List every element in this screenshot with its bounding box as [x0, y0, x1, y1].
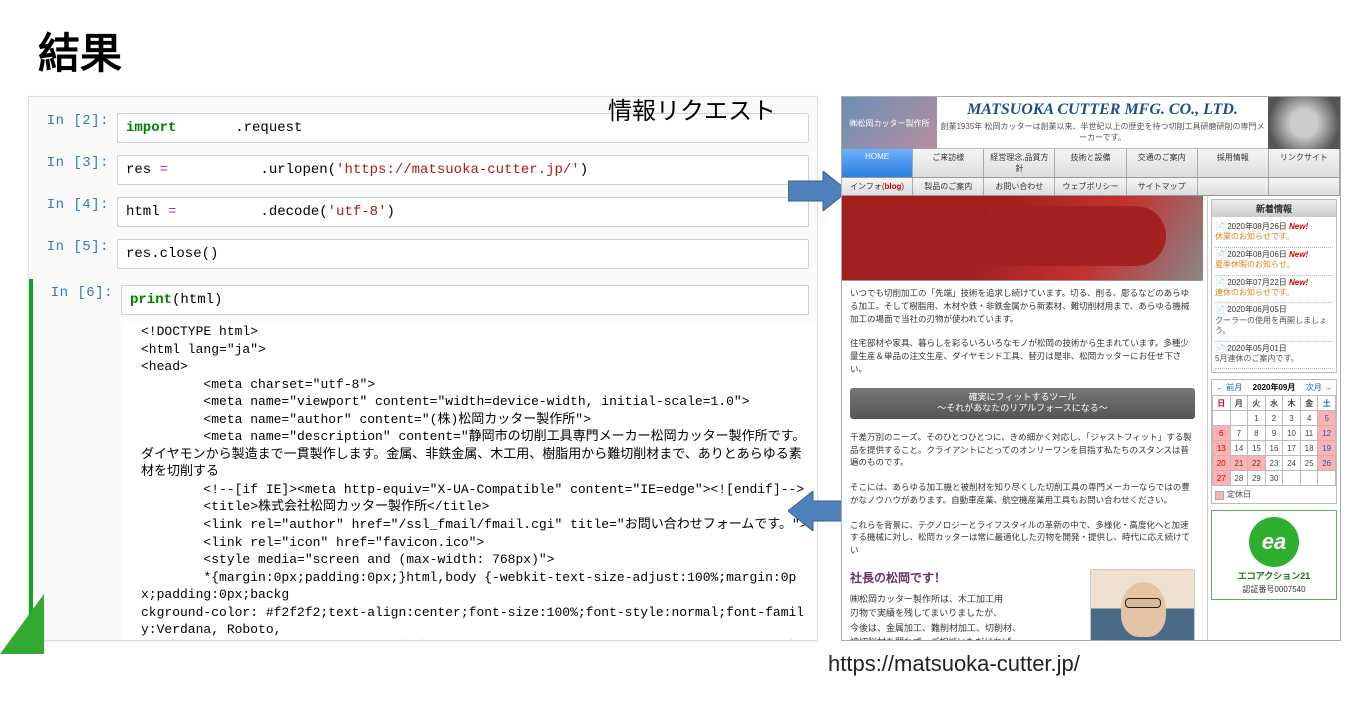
gear-image [1268, 97, 1340, 149]
cal-prev[interactable]: ← 前月 [1216, 382, 1242, 393]
nav-item[interactable]: サイトマップ [1127, 178, 1198, 195]
site-nav-secondary: インフォ(blog)製品のご案内お問い合わせウェブポリシーサイトマップ [842, 178, 1340, 196]
eco-number: 認証番号0007540 [1216, 584, 1332, 595]
decoration-triangle [0, 594, 44, 654]
president-photo [1090, 569, 1195, 641]
annotation-url: https://matsuoka-cutter.jp/ [828, 651, 1080, 677]
site-paragraph: いつでも切削加工の「先端」技術を追求し続けています。切る、削る、彫るなどのあらゆ… [842, 281, 1203, 331]
cell-5[interactable]: In [5]: res.close() [29, 233, 817, 275]
cal-next[interactable]: 次月 → [1306, 382, 1332, 393]
site-company-title: MATSUOKA CUTTER MFG. CO., LTD. [939, 101, 1266, 119]
callout-line1: 確実にフィットするツール [854, 392, 1191, 404]
site-callout: 確実にフィットするツール ～それがあなたのリアルフォースになる～ [850, 388, 1195, 419]
cell-prompt: In [6]: [33, 285, 121, 301]
nav-spacer [1269, 178, 1340, 195]
cell-3[interactable]: In [3]: res = .urlopen('https://matsuoka… [29, 149, 817, 191]
president-box: 社長の松岡です！ ㈱松岡カッター製作所は、木工加工用 刃物で実績を残してまいりま… [842, 563, 1203, 641]
cal-title: 2020年09月 [1253, 382, 1296, 393]
site-paragraph: 千差万別のニーズ。そのひとつひとつに、きめ細かく対応し、「ジャストフィット」する… [842, 425, 1203, 475]
news-item[interactable]: 📄 2020年05月01日 5月連休のご案内です。 [1215, 342, 1333, 370]
cell-prompt: In [3]: [29, 155, 117, 171]
cell-6[interactable]: In [6]: print(html) [33, 279, 817, 321]
site-paragraph: 住宅部材や家具、暮らしを彩るいろいろなモノが松岡の技術から生まれています。多種少… [842, 331, 1203, 381]
news-heading: 新着情報 [1212, 200, 1336, 217]
site-main-column: いつでも切削加工の「先端」技術を追求し続けています。切る、削る、彫るなどのあらゆ… [842, 196, 1207, 641]
news-item[interactable]: 📄 2020年08月06日 New!夏季休暇のお知らせ。 [1215, 248, 1333, 276]
calendar-box: ← 前月 2020年09月 次月 → 日月火水木金土12345678910111… [1211, 379, 1337, 504]
eco-action-box: ea エコアクション21 認証番号0007540 [1211, 510, 1337, 600]
nav-item[interactable]: リンクサイト [1269, 149, 1340, 177]
nav-item-blog[interactable]: インフォ(blog) [842, 178, 913, 195]
president-line: ㈱松岡カッター製作所は、木工加工用 [850, 592, 1084, 606]
cell-output: <!DOCTYPE html> <html lang="ja"> <head> … [121, 321, 817, 641]
president-line: 今後は、金属加工、難削材加工、切削材、 [850, 621, 1084, 635]
annotation-request-label: 情報リクエスト [608, 91, 776, 126]
nav-item[interactable]: お問い合わせ [984, 178, 1055, 195]
cell-prompt: In [4]: [29, 197, 117, 213]
site-nav-primary: HOMEご来訪様経営理念,品質方針技術と設備交通のご案内採用情報リンクサイト [842, 149, 1340, 178]
cell-prompt: In [5]: [29, 239, 117, 255]
site-subtitle: 創業1935年 松岡カッターは創業以来、半世紀以上の歴史を持つ切削工具研磨研削の… [939, 121, 1266, 143]
news-item[interactable]: 📄 2020年08月26日 New!休業のお知らせです。 [1215, 220, 1333, 248]
nav-item[interactable]: 交通のご案内 [1127, 149, 1198, 177]
arrow-right-icon [788, 171, 848, 211]
nav-item[interactable]: 製品のご案内 [913, 178, 984, 195]
news-item[interactable]: 📄 2020年06月05日 クーラーの使用を再開しましょう。 [1215, 303, 1333, 341]
president-line: 被切削材を問わず、ご相談いただければ [850, 635, 1084, 641]
site-header: ㈱松岡カッター製作所 MATSUOKA CUTTER MFG. CO., LTD… [842, 97, 1340, 149]
president-line: 刃物で実績を残してまいりましたが、 [850, 606, 1084, 620]
nav-item[interactable]: 経営理念,品質方針 [984, 149, 1055, 177]
nav-item[interactable]: 採用情報 [1198, 149, 1269, 177]
cell-input[interactable]: res.close() [117, 239, 809, 269]
website-preview: ㈱松岡カッター製作所 MATSUOKA CUTTER MFG. CO., LTD… [841, 96, 1341, 641]
news-item[interactable]: 📄 2020年07月22日 New!連休のお知らせです。 [1215, 276, 1333, 304]
jupyter-notebook-panel: In [2]: import .request In [3]: res = .u… [28, 96, 818, 641]
nav-spacer [1198, 178, 1269, 195]
hero-image [842, 196, 1203, 281]
nav-item[interactable]: 技術と設備 [1055, 149, 1126, 177]
site-paragraph: これらを背景に、テクノロジーとライフスタイルの革新の中で、多様化・高度化へと加速… [842, 513, 1203, 563]
callout-line2: ～それがあなたのリアルフォースになる～ [854, 403, 1191, 415]
page-title: 結果 [0, 0, 1357, 96]
site-sidebar: 新着情報 📄 2020年08月26日 New!休業のお知らせです。📄 2020年… [1207, 196, 1340, 641]
site-logo-image: ㈱松岡カッター製作所 [842, 97, 937, 149]
arrow-left-icon [788, 491, 848, 531]
nav-item[interactable]: HOME [842, 149, 913, 177]
news-box: 新着情報 📄 2020年08月26日 New!休業のお知らせです。📄 2020年… [1211, 199, 1337, 373]
cell-input[interactable]: html = .decode('utf-8') [117, 197, 809, 227]
site-paragraph: そこには、あらゆる加工機と被削材を知り尽くした切削工具の専門メーカーならではの豊… [842, 475, 1203, 513]
cell-prompt: In [2]: [29, 113, 117, 129]
president-heading: 社長の松岡です！ [850, 569, 1084, 588]
cell-4[interactable]: In [4]: html = .decode('utf-8') [29, 191, 817, 233]
cell-input[interactable]: res = .urlopen('https://matsuoka-cutter.… [117, 155, 809, 185]
nav-item[interactable]: ご来訪様 [913, 149, 984, 177]
calendar-table: 日月火水木金土123456789101112131415161718192021… [1212, 395, 1336, 486]
calendar-legend: 定休日 [1212, 486, 1336, 503]
eco-logo-icon: ea [1249, 517, 1299, 567]
eco-label: エコアクション21 [1216, 569, 1332, 582]
cell-input[interactable]: print(html) [121, 285, 809, 315]
nav-item[interactable]: ウェブポリシー [1055, 178, 1126, 195]
